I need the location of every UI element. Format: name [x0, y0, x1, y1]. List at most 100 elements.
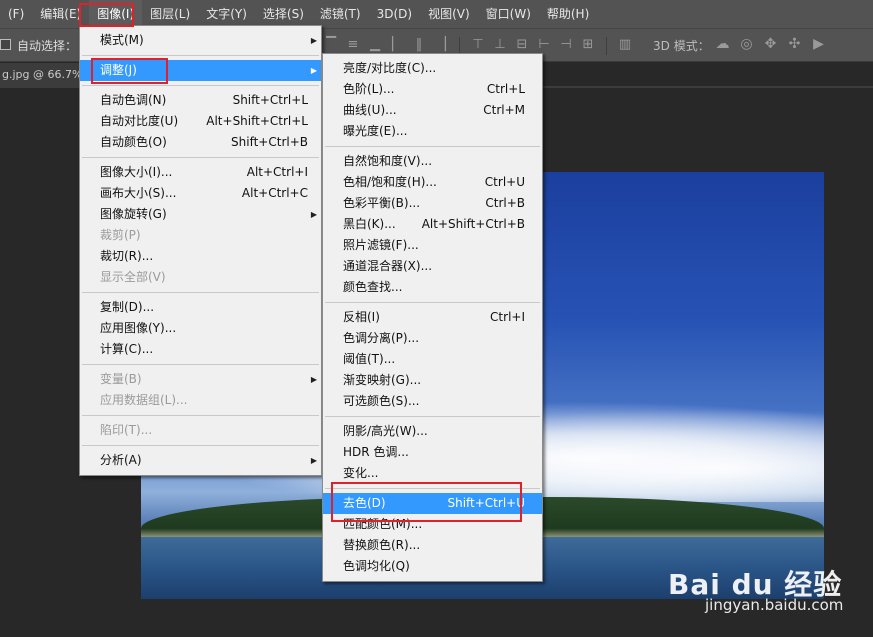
menu-item-图像旋转[interactable]: 图像旋转(G) ▶: [80, 204, 321, 225]
menu-item-色调分离[interactable]: 色调分离(P)...: [323, 328, 542, 349]
align-vcenter-icon[interactable]: ≡: [345, 37, 361, 53]
menu-item-label: 自动颜色(O): [100, 135, 167, 149]
menu-item-裁剪: 裁剪(P): [80, 225, 321, 246]
menu-separator: [82, 292, 319, 293]
menu-item-复制[interactable]: 复制(D)...: [80, 297, 321, 318]
menu-item-shortcut: Alt+Shift+Ctrl+L: [206, 114, 308, 128]
menu-separator: [82, 157, 319, 158]
menu-item-shortcut: Shift+Ctrl+B: [231, 135, 308, 149]
annotation-box-adjust: [91, 58, 168, 84]
menu-item-shortcut: Alt+Ctrl+I: [246, 165, 308, 179]
menu-item-label: 图像旋转(G): [100, 207, 167, 221]
menu-item-shortcut: Ctrl+U: [484, 175, 525, 189]
menu-item-label: 黑白(K)...: [343, 217, 396, 231]
menu-item-裁切[interactable]: 裁切(R)...: [80, 246, 321, 267]
orbit-icon[interactable]: ☁: [714, 36, 731, 52]
menu-item-label: 色调分离(P)...: [343, 331, 420, 345]
menu-item-画布大小[interactable]: 画布大小(S)... Alt+Ctrl+C: [80, 183, 321, 204]
slide-icon[interactable]: ✣: [786, 36, 803, 52]
menu-item-可选颜色[interactable]: 可选颜色(S)...: [323, 391, 542, 412]
menu-separator: [325, 302, 540, 303]
menu-item-label: 色彩平衡(B)...: [343, 196, 421, 210]
menu-item-label: 裁切(R)...: [100, 249, 154, 263]
menu-item-计算[interactable]: 计算(C)...: [80, 339, 321, 360]
menu-item-label: 裁剪(P): [100, 228, 141, 242]
menu-item-label: 渐变映射(G)...: [343, 373, 422, 387]
dist-top-icon[interactable]: ⊤: [470, 37, 486, 53]
roll-icon[interactable]: ◎: [738, 36, 755, 52]
menu-item-反相[interactable]: 反相(I) Ctrl+I: [323, 307, 542, 328]
submenu-arrow-icon: ▶: [310, 210, 317, 219]
menu-item-阈值[interactable]: 阈值(T)...: [323, 349, 542, 370]
menu-item-应用数据组: 应用数据组(L)...: [80, 390, 321, 411]
annotation-box-image-menu: [79, 3, 134, 27]
align-top-icon[interactable]: ▔: [323, 37, 339, 53]
align-right-icon[interactable]: ▕: [433, 37, 449, 53]
menu-item-照片滤镜[interactable]: 照片滤镜(F)...: [323, 235, 542, 256]
menu-item-阴影-高光[interactable]: 阴影/高光(W)...: [323, 421, 542, 442]
menu-item-曝光度[interactable]: 曝光度(E)...: [323, 121, 542, 142]
menu-item-显示全部: 显示全部(V): [80, 267, 321, 288]
menu-separator: [82, 415, 319, 416]
dist-bottom-icon[interactable]: ⊟: [514, 37, 530, 53]
menu-separator: [82, 55, 319, 56]
menu-item-label: 阴影/高光(W)...: [343, 424, 428, 438]
submenu-arrow-icon: ▶: [310, 66, 317, 75]
menu-item-变化[interactable]: 变化...: [323, 463, 542, 484]
menu-item-曲线[interactable]: 曲线(U)... Ctrl+M: [323, 100, 542, 121]
dist-right-icon[interactable]: ⊞: [580, 37, 596, 53]
menubar-item-3[interactable]: 图层(L): [142, 0, 198, 28]
menu-item-渐变映射[interactable]: 渐变映射(G)...: [323, 370, 542, 391]
menubar-item-0[interactable]: (F): [0, 0, 32, 28]
menu-item-自动对比度[interactable]: 自动对比度(U) Alt+Shift+Ctrl+L: [80, 111, 321, 132]
menubar-item-6[interactable]: 滤镜(T): [312, 0, 369, 28]
align-hcenter-icon[interactable]: ‖: [411, 37, 427, 53]
menu-item-色相-饱和度[interactable]: 色相/饱和度(H)... Ctrl+U: [323, 172, 542, 193]
menu-separator: [325, 146, 540, 147]
menu-item-自动颜色[interactable]: 自动颜色(O) Shift+Ctrl+B: [80, 132, 321, 153]
menu-item-shortcut: Ctrl+I: [490, 310, 525, 324]
image-menu: 模式(M) ▶ 调整(J) ▶ 自动色调(N) Shift+Ctrl+L 自动对比度(U) A…: [79, 25, 322, 476]
menu-item-颜色查找[interactable]: 颜色查找...: [323, 277, 542, 298]
menu-item-图像大小[interactable]: 图像大小(I)... Alt+Ctrl+I: [80, 162, 321, 183]
pan-icon[interactable]: ✥: [762, 36, 779, 52]
align-bottom-icon[interactable]: ▁: [367, 37, 383, 53]
menu-item-label: 图像大小(I)...: [100, 165, 173, 179]
auto-align-icon[interactable]: ▥: [617, 37, 633, 53]
menu-item-label: 可选颜色(S)...: [343, 394, 420, 408]
scale-icon[interactable]: ▶: [810, 36, 827, 52]
menu-item-shortcut: Ctrl+L: [486, 82, 525, 96]
menu-separator: [82, 85, 319, 86]
menu-item-label: HDR 色调...: [343, 445, 409, 459]
menubar-item-4[interactable]: 文字(Y): [198, 0, 255, 28]
menu-item-自动色调[interactable]: 自动色调(N) Shift+Ctrl+L: [80, 90, 321, 111]
document-tab[interactable]: g.jpg @ 66.7%: [0, 63, 80, 86]
menu-item-亮度-对比度[interactable]: 亮度/对比度(C)...: [323, 58, 542, 79]
menu-item-label: 照片滤镜(F)...: [343, 238, 419, 252]
menu-item-色阶[interactable]: 色阶(L)... Ctrl+L: [323, 79, 542, 100]
menu-item-分析[interactable]: 分析(A) ▶: [80, 450, 321, 471]
menu-item-hdr-色调[interactable]: HDR 色调...: [323, 442, 542, 463]
dist-left-icon[interactable]: ⊢: [536, 37, 552, 53]
menu-item-色调均化[interactable]: 色调均化(Q): [323, 556, 542, 577]
dist-vcenter-icon[interactable]: ⊥: [492, 37, 508, 53]
menu-item-模式[interactable]: 模式(M) ▶: [80, 30, 321, 51]
align-left-icon[interactable]: ▏: [389, 37, 405, 53]
menu-item-色彩平衡[interactable]: 色彩平衡(B)... Ctrl+B: [323, 193, 542, 214]
auto-select-checkbox[interactable]: [0, 39, 11, 50]
dist-hcenter-icon[interactable]: ⊣: [558, 37, 574, 53]
menu-item-黑白[interactable]: 黑白(K)... Alt+Shift+Ctrl+B: [323, 214, 542, 235]
menu-item-shortcut: Ctrl+B: [485, 196, 525, 210]
menubar-item-7[interactable]: 3D(D): [369, 0, 420, 28]
menu-item-通道混合器[interactable]: 通道混合器(X)...: [323, 256, 542, 277]
menubar-item-5[interactable]: 选择(S): [255, 0, 312, 28]
menu-item-应用图像[interactable]: 应用图像(Y)...: [80, 318, 321, 339]
menubar-item-10[interactable]: 帮助(H): [539, 0, 597, 28]
menu-item-label: 分析(A): [100, 453, 142, 467]
menu-item-自然饱和度[interactable]: 自然饱和度(V)...: [323, 151, 542, 172]
menubar-item-8[interactable]: 视图(V): [420, 0, 478, 28]
menu-item-替换颜色[interactable]: 替换颜色(R)...: [323, 535, 542, 556]
menubar-item-9[interactable]: 窗口(W): [478, 0, 539, 28]
mode-3d-label: 3D 模式：: [653, 39, 710, 53]
menu-item-label: 画布大小(S)...: [100, 186, 177, 200]
